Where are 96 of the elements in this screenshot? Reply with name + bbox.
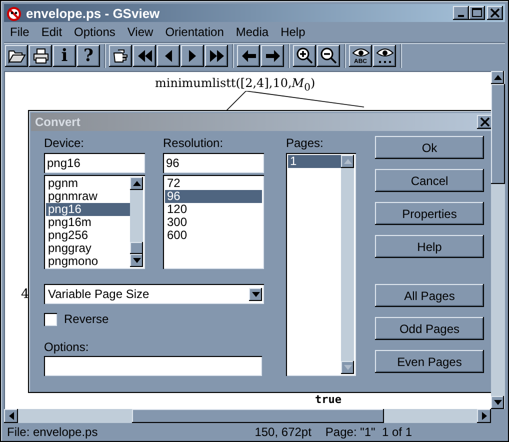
left-arrow-icon (240, 48, 258, 64)
scroll-up-icon[interactable] (491, 71, 504, 84)
resolution-label: Resolution: (163, 136, 224, 151)
list-item[interactable]: 300 (165, 216, 262, 229)
zoom-out-button[interactable] (317, 45, 340, 67)
scroll-down-icon[interactable] (491, 396, 504, 409)
page-size-value: Variable Page Size (47, 287, 150, 301)
scroll-thumb[interactable] (130, 242, 143, 254)
list-item[interactable]: pgnmraw (46, 190, 130, 203)
scrollbar[interactable] (491, 71, 505, 409)
eye-icon (352, 48, 370, 58)
info-button[interactable]: i (53, 45, 76, 67)
list-item[interactable]: pgnm (46, 177, 130, 190)
status-file: File: envelope.ps (7, 425, 99, 439)
dialog-button[interactable]: Odd Pages (375, 317, 484, 340)
list-item[interactable]: pnggray (46, 242, 130, 255)
scroll-down-icon[interactable] (341, 361, 354, 374)
zoom-in-button[interactable] (293, 45, 316, 67)
list-item[interactable]: 1 (288, 155, 341, 168)
resolution-field[interactable]: 96 (163, 153, 264, 173)
scroll-left-icon[interactable] (4, 409, 18, 423)
scrollbar[interactable] (4, 409, 491, 423)
device-label: Device: (44, 136, 86, 151)
list-item[interactable]: 72 (165, 177, 262, 190)
dialog-title: Convert (35, 115, 80, 129)
list-item[interactable]: pngmono (46, 255, 130, 268)
first-page-button[interactable] (133, 45, 156, 67)
close-button[interactable] (487, 6, 503, 20)
page-size-dropdown[interactable]: Variable Page Size (44, 284, 264, 304)
close-button[interactable] (477, 115, 491, 129)
dialog-button[interactable]: Ok (375, 136, 484, 159)
list-item[interactable]: 96 (165, 190, 262, 203)
double-left-arrow-icon (136, 48, 154, 64)
dialog-button[interactable]: Cancel (375, 169, 484, 192)
scroll-up-icon[interactable] (130, 177, 143, 190)
ghost-icon (6, 5, 22, 21)
dialog-button[interactable]: Help (375, 235, 484, 258)
status-position: 150, 672pt (254, 425, 312, 439)
close-icon (490, 8, 500, 18)
device-field[interactable]: png16 (44, 153, 145, 173)
document-text: 4 (21, 287, 30, 302)
scroll-down-icon[interactable] (130, 254, 143, 267)
scroll-right-icon[interactable] (477, 409, 491, 423)
menu-item[interactable]: File (4, 25, 36, 39)
scrollbar[interactable] (341, 155, 354, 374)
scroll-thumb[interactable] (491, 84, 505, 184)
maximize-button[interactable] (469, 6, 485, 20)
reverse-checkbox[interactable] (44, 312, 57, 326)
next-page-button[interactable] (181, 45, 204, 67)
previous-page-button[interactable] (157, 45, 180, 67)
scroll-up-icon[interactable] (341, 155, 354, 168)
scroll-thumb[interactable] (132, 409, 384, 423)
last-page-button[interactable] (205, 45, 228, 67)
minimize-button[interactable] (453, 6, 469, 20)
menu-item[interactable]: View (121, 25, 160, 39)
scrollbar[interactable] (130, 177, 143, 267)
menu-item[interactable]: Edit (35, 25, 68, 39)
minimize-icon (458, 15, 464, 17)
right-arrow-icon (264, 48, 282, 64)
document-text: true (315, 393, 342, 406)
open-folder-button[interactable] (5, 45, 28, 67)
reverse-label[interactable]: Reverse (64, 312, 109, 326)
forward-button[interactable] (261, 45, 284, 67)
zoom-out-icon (320, 47, 338, 65)
menu-item[interactable]: Help (274, 25, 312, 39)
window-title: envelope.ps - GSview (26, 6, 161, 20)
close-icon (480, 117, 490, 127)
pages-label: Pages: (286, 136, 324, 151)
eye-dots-button[interactable] (373, 45, 396, 67)
status-page: Page: "1" 1 of 1 (325, 425, 412, 439)
printer-icon (32, 48, 50, 64)
list-item[interactable]: 120 (165, 203, 262, 216)
formula-text: minimumlistt([2,4],10,M$_{0}$) (155, 76, 316, 94)
folder-icon (8, 48, 26, 64)
eye-dots-icon (376, 48, 394, 64)
help-button[interactable]: ? (77, 45, 100, 67)
list-item[interactable]: png16 (46, 203, 130, 216)
zoom-in-icon (296, 47, 314, 65)
menu-item[interactable]: Media (230, 25, 275, 39)
maximize-icon (472, 8, 482, 18)
list-item[interactable]: 600 (165, 229, 262, 242)
list-item[interactable]: png16m (46, 216, 130, 229)
dialog-button[interactable]: Even Pages (375, 350, 484, 373)
dialog-button[interactable]: All Pages (375, 284, 484, 307)
double-right-arrow-icon (208, 48, 226, 64)
options-field[interactable] (44, 356, 262, 376)
right-triangle-icon (189, 50, 196, 62)
hand-pointer-button[interactable] (109, 45, 132, 67)
list-item[interactable]: png256 (46, 229, 130, 242)
dialog-button[interactable]: Properties (375, 202, 484, 225)
menu-item[interactable]: Options (68, 25, 122, 39)
menu-item[interactable]: Orientation (159, 25, 230, 39)
back-button[interactable] (237, 45, 260, 67)
left-triangle-icon (165, 50, 172, 62)
print-button[interactable] (29, 45, 52, 67)
options-label: Options: (44, 340, 90, 355)
